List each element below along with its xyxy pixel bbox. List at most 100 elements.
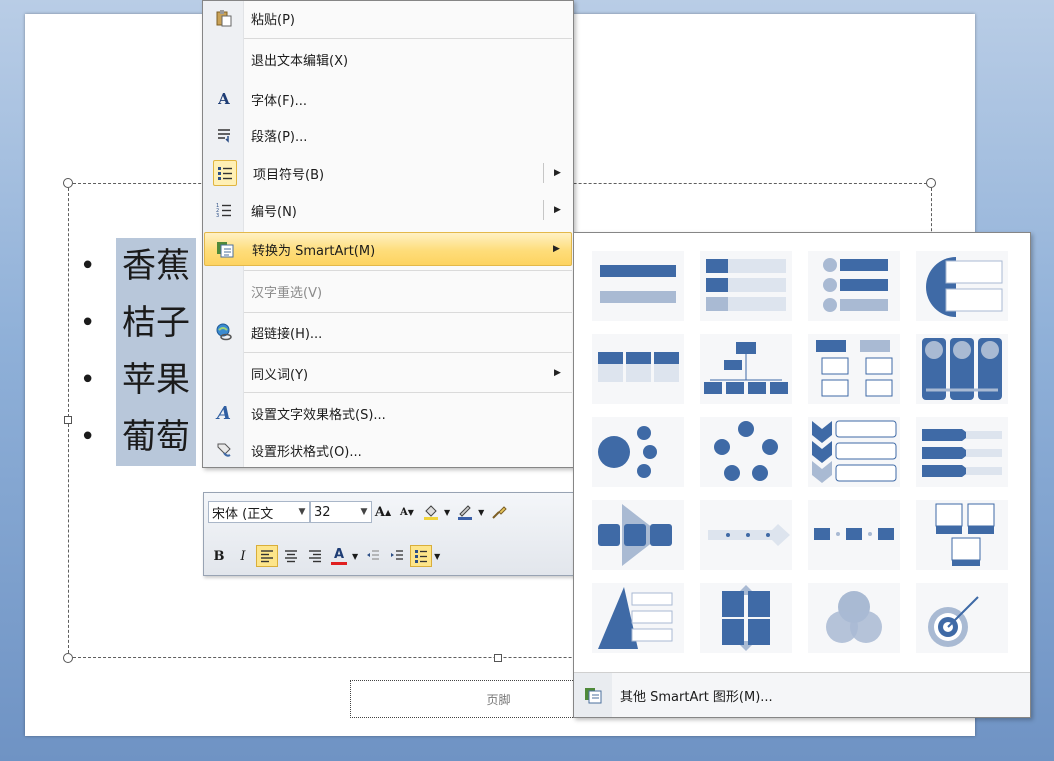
list-item[interactable]: • 桔子 bbox=[80, 295, 196, 352]
menu-item-convert-smartart[interactable]: 转换为 SmartArt(M) ▶ bbox=[204, 232, 572, 266]
bullet-text[interactable]: 桔子 bbox=[116, 295, 196, 352]
menu-item-shape-format[interactable]: 设置形状格式(O)... bbox=[204, 433, 572, 467]
font-size-value: 32 bbox=[314, 504, 331, 520]
menu-separator bbox=[244, 352, 572, 353]
font-color-button[interactable]: A bbox=[328, 545, 350, 567]
smartart-vertical-arrow-list-tile[interactable] bbox=[916, 417, 1008, 487]
menu-item-bullets[interactable]: 项目符号(B) ▶ bbox=[204, 156, 572, 190]
chevron-down-icon[interactable]: ▼ bbox=[444, 508, 450, 517]
resize-handle-top-left[interactable] bbox=[63, 178, 73, 188]
bullets-button[interactable] bbox=[410, 545, 433, 567]
chevron-down-icon[interactable]: ▼ bbox=[357, 507, 371, 517]
format-painter-icon bbox=[492, 506, 508, 519]
split-separator bbox=[543, 163, 544, 183]
align-right-icon bbox=[309, 550, 321, 563]
bullet-text[interactable]: 香蕉 bbox=[116, 238, 196, 295]
decrease-indent-icon bbox=[367, 550, 380, 560]
menu-item-label: 转换为 SmartArt(M) bbox=[252, 243, 376, 259]
numbering-icon: 123 bbox=[209, 198, 239, 222]
resize-handle-bottom-left[interactable] bbox=[63, 653, 73, 663]
menu-item-synonyms[interactable]: 同义词(Y) ▶ bbox=[204, 356, 572, 390]
bullet-dot: • bbox=[80, 251, 96, 281]
smartart-basic-cycle-tile[interactable] bbox=[700, 417, 792, 487]
submenu-arrow-icon[interactable]: ▶ bbox=[554, 168, 572, 178]
bullet-dot: • bbox=[80, 422, 96, 452]
menu-item-label: 同义词(Y) bbox=[251, 367, 309, 383]
paragraph-icon bbox=[209, 123, 239, 147]
chevron-down-icon[interactable]: ▼ bbox=[478, 508, 484, 517]
smartart-icon bbox=[210, 237, 240, 261]
smartart-radial-cluster-tile[interactable] bbox=[592, 417, 684, 487]
smartart-vertical-bullet-list-tile[interactable] bbox=[700, 251, 792, 321]
grow-font-icon: A bbox=[374, 504, 385, 520]
smartart-vertical-column-list-tile[interactable] bbox=[916, 334, 1008, 404]
smartart-vertical-circle-list-tile[interactable] bbox=[808, 251, 900, 321]
grow-font-button[interactable]: A ▲ bbox=[372, 501, 394, 523]
smartart-matrix-tile[interactable] bbox=[700, 583, 792, 653]
smartart-hierarchy-list-tile[interactable] bbox=[808, 334, 900, 404]
list-item[interactable]: • 香蕉 bbox=[80, 238, 196, 295]
font-size-combo[interactable]: 32 ▼ bbox=[310, 501, 372, 523]
bullet-list[interactable]: • 香蕉 • 桔子 • 苹果 • 葡萄 bbox=[80, 238, 196, 466]
bullet-text[interactable]: 葡萄 bbox=[116, 409, 196, 466]
menu-item-reconversion: 汉字重选(V) bbox=[204, 274, 572, 308]
fill-color-button[interactable] bbox=[420, 501, 442, 523]
menu-item-exit-text-edit[interactable]: 退出文本编辑(X) bbox=[204, 42, 572, 76]
align-right-button[interactable] bbox=[304, 545, 326, 567]
font-name-value: 宋体 (正文 bbox=[212, 506, 274, 522]
format-painter-button[interactable] bbox=[488, 501, 510, 523]
align-left-button[interactable] bbox=[256, 545, 278, 567]
menu-item-label: 字体(F)... bbox=[251, 93, 308, 109]
list-item[interactable]: • 苹果 bbox=[80, 352, 196, 409]
resize-handle-bottom[interactable] bbox=[494, 654, 502, 662]
pen-icon bbox=[458, 505, 473, 520]
shrink-font-icon: A bbox=[400, 506, 408, 518]
mini-toolbar: 宋体 (正文 ▼ 32 ▼ A ▲ A ▼ ▼ ▼ B I A ▼ ▼ bbox=[203, 492, 575, 576]
smartart-target-tile[interactable] bbox=[916, 583, 1008, 653]
menu-item-label: 段落(P)... bbox=[251, 129, 308, 145]
menu-item-paste[interactable]: 粘贴(P) bbox=[204, 1, 572, 35]
submenu-arrow-icon[interactable]: ▶ bbox=[554, 205, 572, 215]
menu-item-paragraph[interactable]: 段落(P)... bbox=[204, 118, 572, 152]
menu-item-font[interactable]: A 字体(F)... bbox=[204, 82, 572, 116]
menu-item-numbering[interactable]: 123 编号(N) ▶ bbox=[204, 193, 572, 227]
list-item[interactable]: • 葡萄 bbox=[80, 409, 196, 466]
italic-button[interactable]: I bbox=[232, 545, 254, 567]
menu-item-label: 项目符号(B) bbox=[253, 167, 325, 183]
outline-color-button[interactable] bbox=[454, 501, 476, 523]
paste-icon bbox=[209, 6, 239, 30]
smartart-vertical-chevron-list-tile[interactable] bbox=[808, 417, 900, 487]
smartart-icon bbox=[574, 673, 612, 717]
more-smartart-item[interactable]: 其他 SmartArt 图形(M)... bbox=[574, 672, 1030, 717]
bold-button[interactable]: B bbox=[208, 545, 230, 567]
chevron-down-icon[interactable]: ▼ bbox=[295, 507, 309, 517]
smartart-picture-list-tile[interactable] bbox=[916, 500, 1008, 570]
smartart-horizontal-list-tile[interactable] bbox=[592, 334, 684, 404]
smartart-timeline-tile[interactable] bbox=[700, 500, 792, 570]
menu-item-text-effects[interactable]: A 设置文字效果格式(S)... bbox=[204, 396, 572, 430]
font-name-combo[interactable]: 宋体 (正文 ▼ bbox=[208, 501, 310, 523]
bullet-text[interactable]: 苹果 bbox=[116, 352, 196, 409]
menu-separator bbox=[244, 270, 572, 271]
smartart-basic-block-list-tile[interactable] bbox=[592, 251, 684, 321]
menu-item-hyperlink[interactable]: 超链接(H)... bbox=[204, 315, 572, 349]
smartart-grid bbox=[592, 251, 1008, 653]
shrink-font-button[interactable]: A ▼ bbox=[396, 501, 418, 523]
smartart-trapezoid-list-tile[interactable] bbox=[916, 251, 1008, 321]
menu-item-label: 设置形状格式(O)... bbox=[251, 444, 362, 460]
smartart-basic-process-arrow-tile[interactable] bbox=[592, 500, 684, 570]
bullets-icon bbox=[415, 550, 428, 563]
bullet-dot: • bbox=[80, 308, 96, 338]
resize-handle-left[interactable] bbox=[64, 416, 72, 424]
smartart-venn-tile[interactable] bbox=[808, 583, 900, 653]
smartart-pyramid-list-tile[interactable] bbox=[592, 583, 684, 653]
align-center-button[interactable] bbox=[280, 545, 302, 567]
chevron-down-icon[interactable]: ▼ bbox=[352, 552, 358, 561]
increase-indent-button[interactable] bbox=[386, 545, 408, 567]
decrease-indent-button[interactable] bbox=[362, 545, 384, 567]
smartart-organization-chart-tile[interactable] bbox=[700, 334, 792, 404]
font-icon: A bbox=[218, 90, 230, 108]
resize-handle-top-right[interactable] bbox=[926, 178, 936, 188]
chevron-down-icon[interactable]: ▼ bbox=[434, 552, 440, 561]
smartart-basic-chevron-process-tile[interactable] bbox=[808, 500, 900, 570]
